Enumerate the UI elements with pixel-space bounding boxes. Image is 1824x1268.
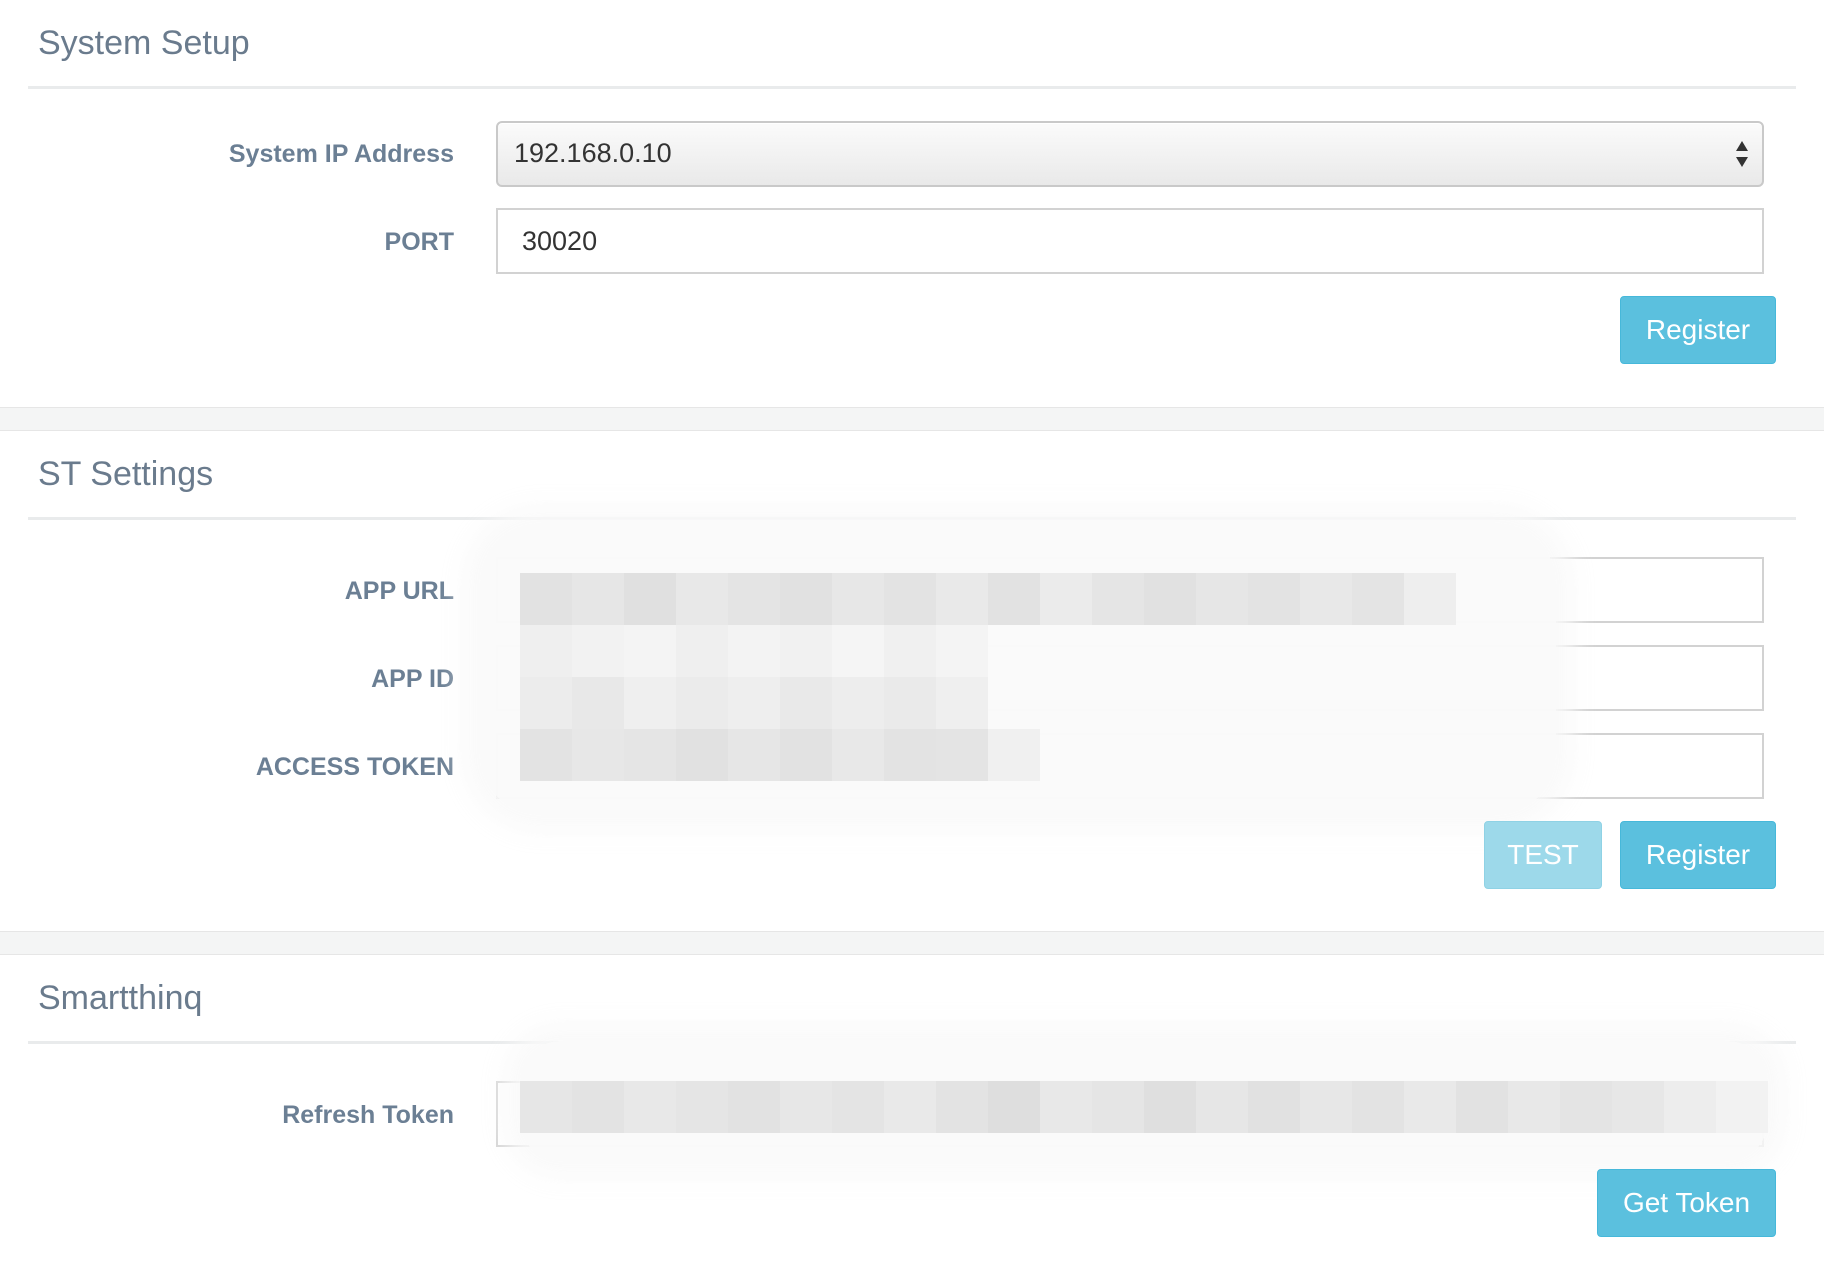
system-ip-label: System IP Address [228, 140, 454, 168]
redaction-pixels [520, 573, 1456, 625]
st-register-button[interactable]: Register [1620, 821, 1776, 889]
system-register-button[interactable]: Register [1620, 296, 1776, 364]
port-label: PORT [384, 228, 454, 256]
system-setup-divider [28, 86, 1796, 89]
redaction-overlay [480, 523, 1556, 815]
st-settings-divider [28, 517, 1796, 520]
smartthinq-panel: Smartthinq Refresh Token Get Token [0, 954, 1824, 1268]
system-setup-panel: System Setup System IP Address 192.168.0… [0, 0, 1824, 408]
st-settings-panel: ST Settings APP URL APP ID ACCESS TOKEN … [0, 430, 1824, 932]
app-id-label: APP ID [371, 665, 454, 693]
st-settings-title: ST Settings [38, 455, 214, 493]
app-url-label: APP URL [344, 577, 454, 605]
smartthinq-title: Smartthinq [38, 979, 203, 1017]
up-down-arrows-icon [1736, 141, 1748, 167]
port-input[interactable] [496, 208, 1764, 274]
system-ip-select[interactable]: 192.168.0.10 [496, 121, 1764, 187]
redaction-pixels [520, 1081, 1768, 1133]
test-button[interactable]: TEST [1484, 821, 1602, 889]
refresh-token-label: Refresh Token [282, 1101, 454, 1129]
system-setup-title: System Setup [38, 24, 250, 62]
access-token-label: ACCESS TOKEN [255, 753, 454, 781]
redaction-overlay [520, 1041, 1768, 1161]
get-token-button[interactable]: Get Token [1597, 1169, 1776, 1237]
system-ip-selected-value: 192.168.0.10 [514, 138, 672, 168]
